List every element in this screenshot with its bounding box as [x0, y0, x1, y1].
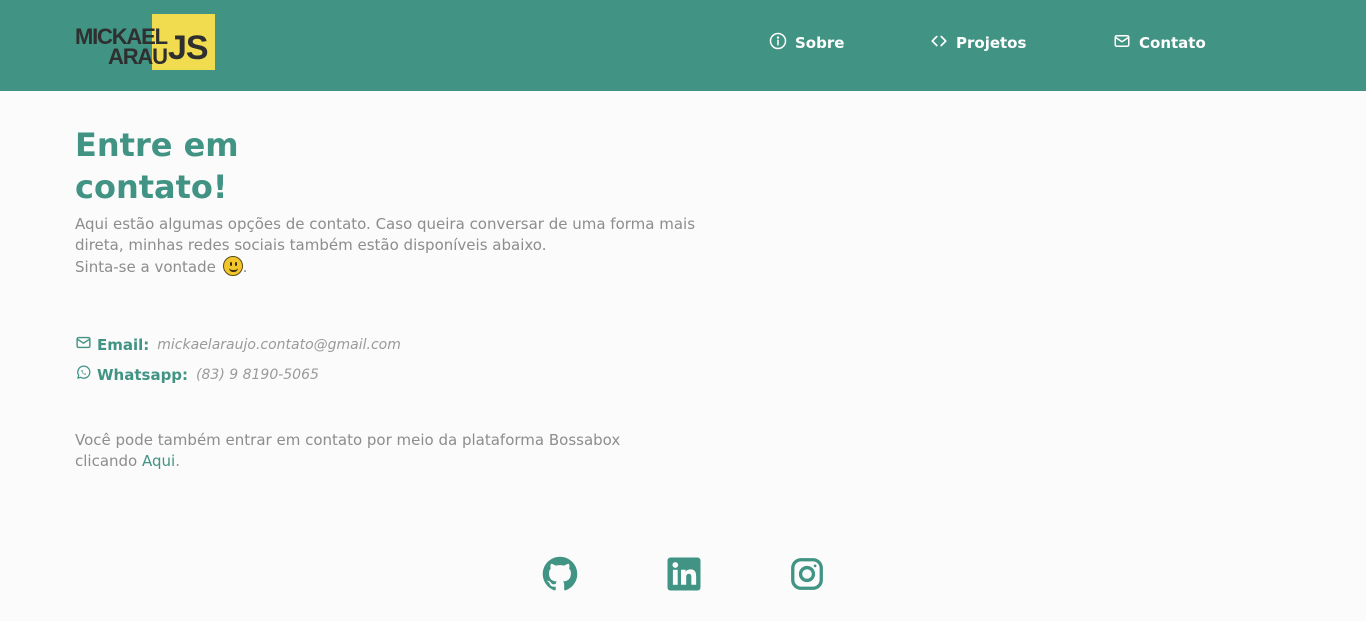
logo-js-text: JS — [168, 29, 209, 67]
intro-text: Aqui estão algumas opções de contato. Ca… — [75, 214, 775, 278]
bossabox-line: Você pode também entrar em contato por m… — [75, 431, 621, 449]
intro-line-end: . — [242, 258, 248, 276]
nav-item-label: Contato — [1139, 34, 1206, 52]
nav-item-label: Projetos — [956, 34, 1027, 52]
site-header: MICKAEL ARAU JS Sobre Projetos Contato — [0, 0, 1366, 91]
instagram-icon — [789, 558, 825, 596]
nav-item-label: Sobre — [795, 34, 845, 52]
bossabox-line: clicando Aqui. — [75, 451, 715, 472]
page-title: Entre em contato! — [75, 124, 335, 208]
mail-icon — [75, 336, 97, 355]
linkedin-icon — [666, 557, 702, 596]
bossabox-text: Você pode também entrar em contato por m… — [75, 430, 715, 472]
github-icon — [542, 556, 578, 596]
bossabox-suffix: . — [175, 452, 180, 470]
info-icon — [769, 32, 787, 54]
github-link[interactable] — [542, 556, 578, 592]
page-title-line1: Entre em — [75, 126, 239, 164]
email-value[interactable]: mickaelaraujo.contato@gmail.com — [157, 337, 401, 353]
logo-text-line2: ARAU — [108, 44, 168, 69]
intro-line-text: Sinta-se a vontade — [75, 258, 216, 276]
nav-item-projetos[interactable]: Projetos — [930, 33, 1026, 53]
whatsapp-value[interactable]: (83) 9 8190-5065 — [196, 367, 319, 383]
page-title-line2: contato! — [75, 168, 228, 206]
email-label: Email: — [97, 336, 150, 354]
site-logo[interactable]: MICKAEL ARAU JS — [75, 14, 215, 70]
intro-line: direta, minhas redes sociais também estã… — [75, 236, 547, 254]
intro-line: Aqui estão algumas opções de contato. Ca… — [75, 215, 696, 233]
whatsapp-contact-row: Whatsapp: (83) 9 8190-5065 — [75, 364, 319, 386]
bossabox-prefix: clicando — [75, 452, 142, 470]
email-contact-row: Email: mickaelaraujo.contato@gmail.com — [75, 334, 401, 356]
bossabox-link[interactable]: Aqui — [142, 452, 175, 470]
nav-item-sobre[interactable]: Sobre — [769, 32, 845, 54]
intro-line-last: Sinta-se a vontade . — [75, 256, 775, 278]
whatsapp-label: Whatsapp: — [97, 366, 189, 384]
mail-icon — [1113, 32, 1131, 54]
linkedin-link[interactable] — [666, 556, 702, 592]
nav-item-contato[interactable]: Contato — [1113, 33, 1206, 53]
code-icon — [930, 32, 948, 54]
instagram-link[interactable] — [789, 556, 825, 592]
whatsapp-icon — [75, 365, 97, 385]
grinning-face-icon — [222, 256, 243, 276]
